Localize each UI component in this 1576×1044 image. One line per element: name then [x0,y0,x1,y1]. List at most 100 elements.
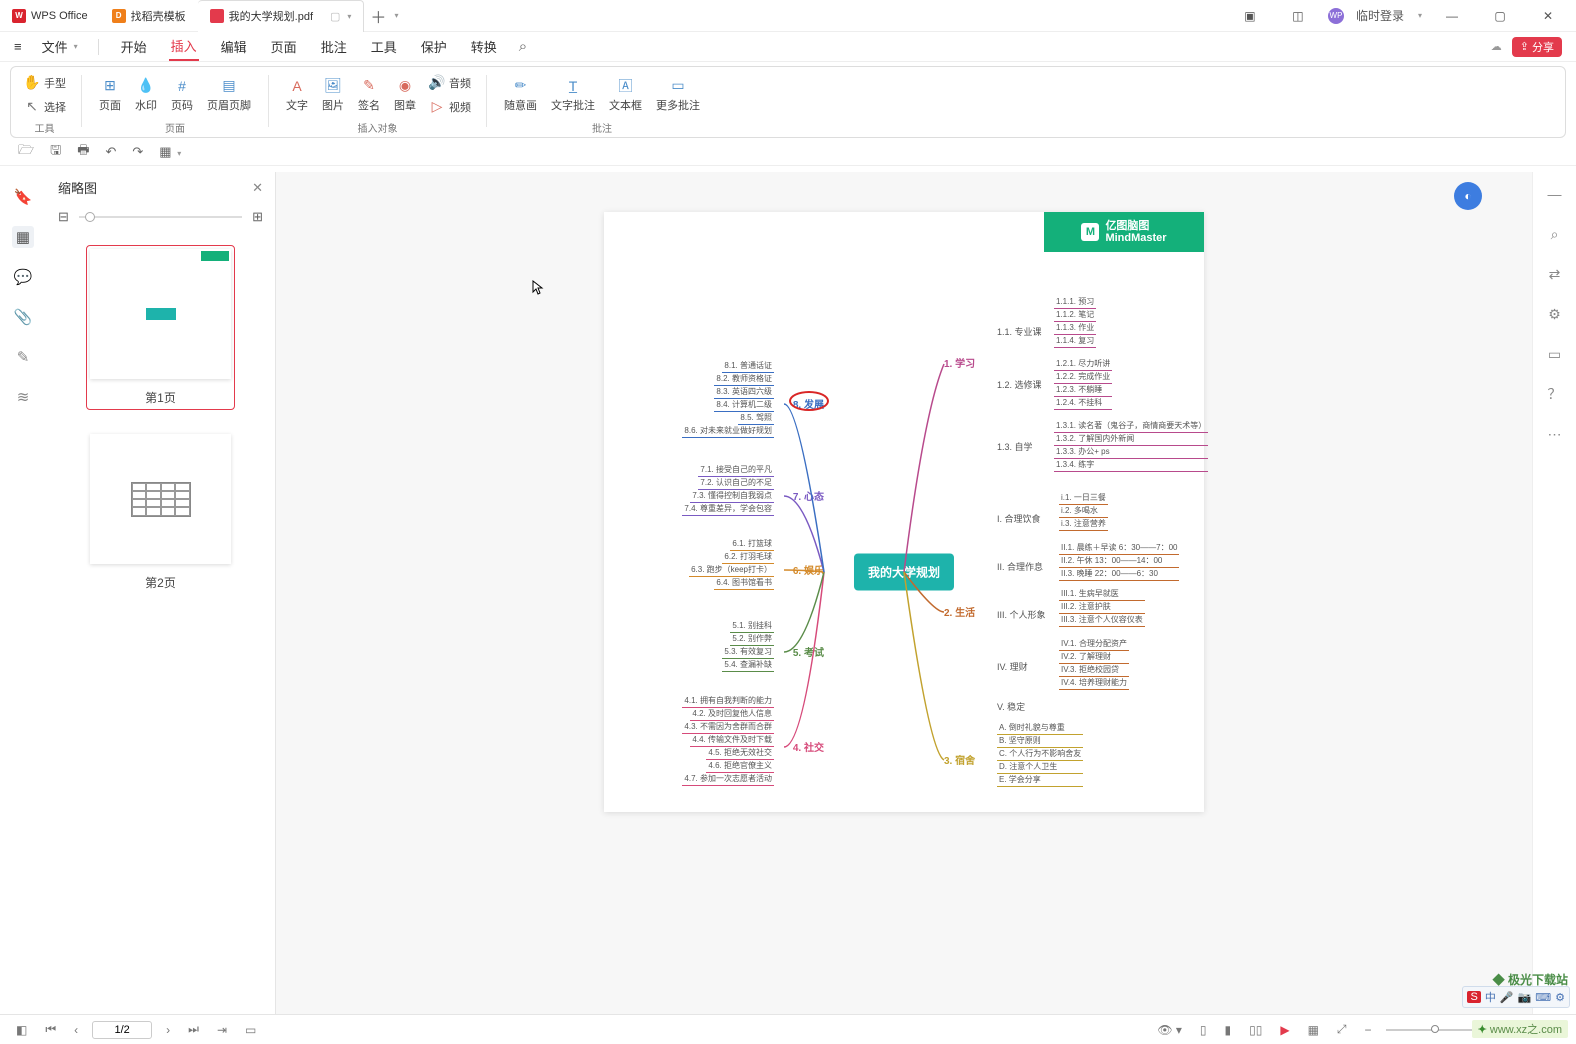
edit-icon[interactable]: ✎ [12,346,34,368]
sb-fitpage-icon[interactable]: ▭ [241,1023,260,1037]
attach-icon[interactable]: 📎 [12,306,34,328]
page-input[interactable] [92,1021,152,1039]
mindmaster-badge: M 亿图脑图 MindMaster [1044,212,1204,252]
login-dropdown-icon[interactable]: ▾ [1418,11,1422,20]
save-icon[interactable]: 🖫 [50,141,61,163]
layers-icon[interactable]: ≋ [12,386,34,408]
thumbnail-page-1[interactable]: 第1页 [86,245,235,410]
node-life: 2. 生活 [944,604,975,619]
menu-page[interactable]: 页面 [269,33,299,60]
sb-single-page-icon[interactable]: ▯ [1196,1023,1211,1037]
share-button[interactable]: ⇪ 分享 [1512,37,1562,57]
thumb-zoom-out-icon[interactable]: ⊟ [58,209,69,225]
textnote-button[interactable]: T̲文字批注 [545,75,601,115]
sb-fitwidth-icon[interactable]: ⇥ [213,1023,231,1037]
insert-video-button[interactable]: ▷视频 [424,96,475,118]
textbox-button[interactable]: 🄰文本框 [603,75,648,115]
thumb-size-slider[interactable] [79,216,242,218]
sb-zoom-fit-icon[interactable]: ⤢ [1333,1022,1351,1037]
leaf-item: 1.2.1. 尽力听讲 [1054,358,1112,371]
freedraw-button[interactable]: ✏随意画 [498,75,543,115]
sb-grid-icon[interactable]: ▦ [1304,1023,1323,1037]
sb-prev-page-button[interactable]: ‹ [70,1023,82,1037]
leaf-item: IV.2. 了解理财 [1059,651,1129,664]
menu-protect[interactable]: 保护 [419,33,449,60]
bookmark-icon[interactable]: 🔖 [12,186,34,208]
thumbnails-icon[interactable]: ▦ [12,226,34,248]
more-annot-button[interactable]: ▭更多批注 [650,75,706,115]
sb-zoom-out-button[interactable]: − [1361,1023,1376,1037]
menu-tools[interactable]: 工具 [369,33,399,60]
floating-assistant-icon[interactable]: ◐ [1454,182,1482,210]
menu-start[interactable]: 开始 [119,33,149,60]
print-icon[interactable]: 🖶 [77,141,89,163]
sb-panel-icon[interactable]: ◧ [12,1023,31,1037]
hand-tool-button[interactable]: ✋手型 [19,72,70,94]
menu-convert[interactable]: 转换 [469,33,499,60]
page-button[interactable]: ⊞页面 [93,75,127,115]
pagenum-button[interactable]: #页码 [165,75,199,115]
sb-continuous-icon[interactable]: ▮ [1221,1023,1236,1037]
tab-add-button[interactable]: ＋ [364,2,392,30]
tab-add-dropdown[interactable]: ▾ [394,11,398,20]
tab-app[interactable]: W WPS Office [0,0,100,32]
menu-file[interactable]: 文件▾ [42,37,78,56]
search-icon[interactable]: ⌕ [519,38,527,55]
menu-edit[interactable]: 编辑 [219,33,249,60]
document-canvas[interactable]: ◐ M 亿图脑图 MindMaster 我的大学规划 1. 学习 1.1. 专业… [276,172,1532,1014]
insert-stamp-button[interactable]: ◉图章 [388,75,422,115]
headerfooter-button[interactable]: ▤页眉页脚 [201,75,257,115]
undo-icon[interactable]: ↶ [105,144,116,160]
ime-toolbar[interactable]: S 中🎤📷⌨⚙ [1462,986,1570,1008]
cloud-icon[interactable]: ☁ [1491,40,1502,53]
watermark-button[interactable]: 💧水印 [129,75,163,115]
menu-insert[interactable]: 插入 [169,32,199,61]
redo-icon[interactable]: ↷ [132,144,143,160]
thumbnail-close-button[interactable]: ✕ [252,180,263,196]
right-minus-icon[interactable]: ― [1545,184,1565,204]
panel-icon[interactable]: ▣ [1232,2,1268,30]
sb-next-page-button[interactable]: › [162,1023,174,1037]
thumbnail-page-2[interactable]: 第2页 [86,430,235,595]
right-search-icon[interactable]: ⌕ [1545,224,1565,244]
tab-templates[interactable]: D 找稻壳模板 [100,0,198,32]
clipboard-icon[interactable]: ▦ ▾ [159,144,181,160]
leaf-item: IV.3. 拒绝校园贷 [1059,664,1129,677]
sb-two-page-icon[interactable]: ▯▯ [1245,1023,1266,1037]
sb-visibility-icon[interactable]: 👁 ▾ [1153,1023,1186,1037]
insert-sign-button[interactable]: ✎签名 [352,75,386,115]
right-book-icon[interactable]: ▭ [1545,344,1565,364]
leaf-item: 4.6. 拒绝官僚主义 [706,760,774,773]
insert-audio-button[interactable]: 🔊音频 [424,72,475,94]
login-label[interactable]: 临时登录 [1356,7,1404,24]
sb-last-page-button[interactable]: ⏭ [184,1022,203,1037]
comments-icon[interactable]: 💬 [12,266,34,288]
tab-document[interactable]: 我的大学规划.pdf ▢ ▾ [198,0,365,32]
avatar[interactable]: WP [1328,8,1344,24]
right-settings-icon[interactable]: ⚙ [1545,304,1565,324]
node-mind: 7. 心态 [793,488,824,503]
tab-overflow-icon[interactable]: ▢ [330,10,340,23]
sb-first-page-button[interactable]: ⏮ [41,1022,60,1037]
leaf-item: B. 坚守原则 [997,735,1083,748]
insert-text-button[interactable]: A文字 [280,75,314,115]
window-minimize-button[interactable]: ― [1434,2,1470,30]
sb-zoom-slider[interactable] [1386,1029,1476,1031]
right-help-icon[interactable]: ？ [1545,384,1565,404]
right-more-icon[interactable]: ⋯ [1545,424,1565,444]
tab-dropdown-icon[interactable]: ▾ [347,12,351,21]
right-convert-icon[interactable]: ⇄ [1545,264,1565,284]
cube-icon[interactable]: ◫ [1280,2,1316,30]
quick-access-bar: 🗁 🖫 🖶 ↶ ↷ ▦ ▾ [0,138,1576,166]
leaf-item: III.1. 生病早就医 [1059,588,1145,601]
sb-play-icon[interactable]: ▶ [1276,1023,1293,1037]
menu-hamburger-icon[interactable]: ≡ [14,39,22,54]
open-icon[interactable]: 🗁 [18,141,34,163]
mouse-cursor-icon [532,280,544,296]
window-maximize-button[interactable]: ▢ [1482,2,1518,30]
window-close-button[interactable]: ✕ [1530,2,1566,30]
thumb-zoom-in-icon[interactable]: ⊞ [252,209,263,225]
menu-annotate[interactable]: 批注 [319,33,349,60]
select-tool-button[interactable]: ↖选择 [19,96,70,118]
insert-image-button[interactable]: 🖼图片 [316,75,350,115]
